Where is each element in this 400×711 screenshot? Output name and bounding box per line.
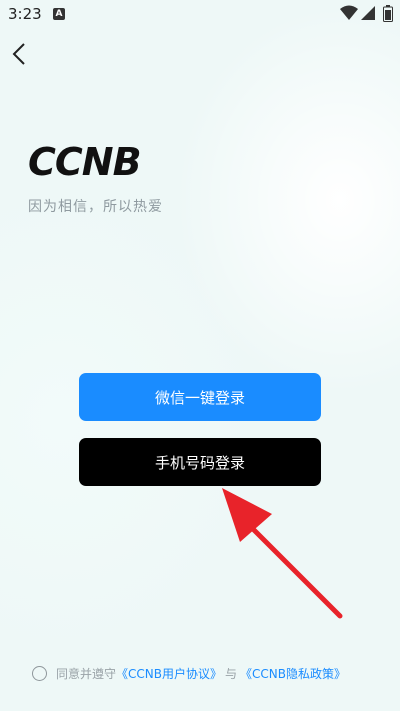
privacy-policy-link[interactable]: 《CCNB隐私政策》 <box>240 665 346 682</box>
wechat-login-button[interactable]: 微信一键登录 <box>79 373 321 421</box>
status-time: 3:23 <box>8 5 42 23</box>
battery-icon <box>383 5 393 22</box>
notification-icon: A <box>53 8 65 20</box>
slogan: 因为相信，所以热爱 <box>28 199 163 215</box>
agreement-row: 同意并遵守 《CCNB用户协议》 与 《CCNB隐私政策》 <box>32 663 346 683</box>
signal-icon <box>361 6 375 20</box>
status-bar: 3:23 A <box>0 0 400 28</box>
agreement-conjunction: 与 <box>224 666 237 681</box>
agreement-prefix: 同意并遵守 <box>56 666 117 681</box>
back-button[interactable] <box>8 40 36 68</box>
phone-login-button[interactable]: 手机号码登录 <box>79 438 321 486</box>
agree-radio[interactable] <box>32 665 47 681</box>
wifi-icon <box>340 5 358 20</box>
user-agreement-link[interactable]: 《CCNB用户协议》 <box>116 665 222 682</box>
logo-text: CCNB <box>28 140 142 184</box>
chevron-left-icon <box>12 43 25 65</box>
annotation-arrow-icon <box>222 488 343 619</box>
ccnb-logo: CCNB <box>28 142 178 182</box>
